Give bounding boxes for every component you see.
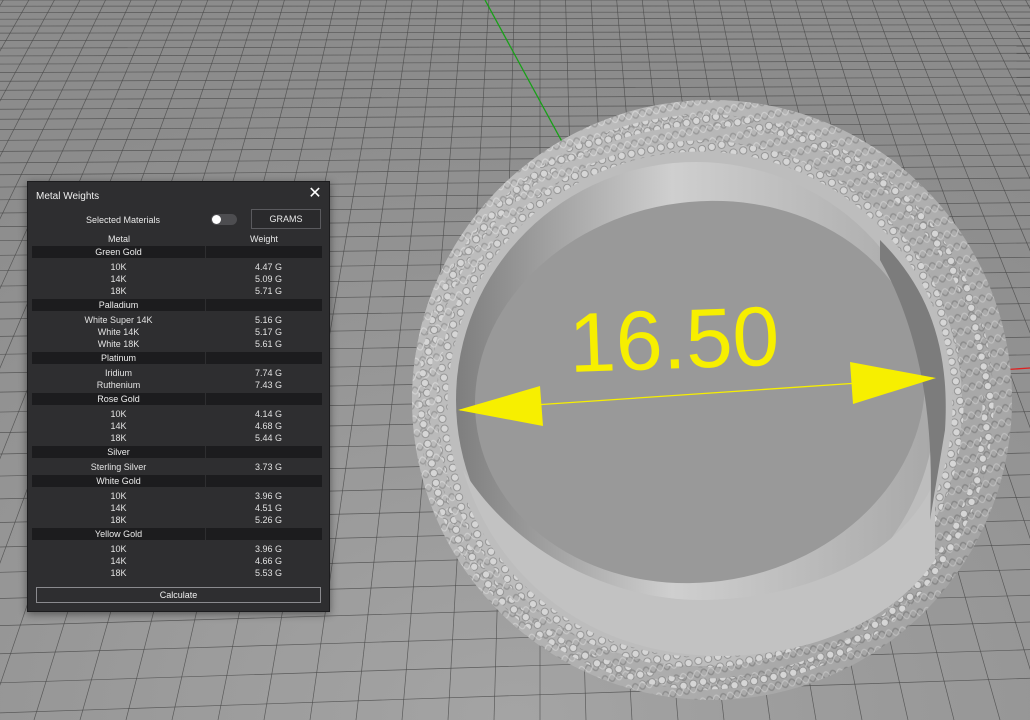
metal-name: Ruthenium	[96, 380, 141, 390]
table-row: 14K 4.51 G	[32, 502, 322, 514]
metal-name: 10K	[110, 544, 127, 554]
metal-weight: 4.68 G	[255, 421, 283, 431]
metal-name: Iridium	[104, 368, 132, 378]
metal-name: Sterling Silver	[90, 462, 147, 472]
metal-weight: 5.71 G	[255, 286, 283, 296]
group-items: Sterling Silver 3.73 G	[32, 459, 322, 475]
group-items: 10K 4.14 G 14K 4.68 G 18K 5.44 G	[32, 406, 322, 446]
metal-name: 18K	[110, 515, 127, 525]
table-row: 18K 5.53 G	[32, 567, 322, 579]
units-button[interactable]: GRAMS	[251, 209, 321, 229]
table-row: 14K 4.66 G	[32, 555, 322, 567]
panel-title: Metal Weights	[36, 191, 100, 202]
group-header-spacer	[206, 393, 322, 405]
table-row: 10K 4.47 G	[32, 261, 322, 273]
metal-weight: 4.14 G	[255, 409, 283, 419]
group-name: Rose Gold	[32, 393, 205, 405]
table-row: 18K 5.44 G	[32, 432, 322, 444]
metal-weight: 5.44 G	[255, 433, 283, 443]
group-header: White Gold	[32, 475, 322, 487]
group-name: Green Gold	[32, 246, 205, 258]
metal-weight: 3.73 G	[255, 462, 283, 472]
column-header-metal: Metal	[108, 234, 131, 244]
metal-weight: 4.47 G	[255, 262, 283, 272]
metal-name: White Super 14K	[84, 315, 153, 325]
metal-name: 18K	[110, 286, 127, 296]
table-row: Iridium 7.74 G	[32, 367, 322, 379]
group-items: 10K 3.96 G 14K 4.51 G 18K 5.26 G	[32, 488, 322, 528]
metal-weight: 5.61 G	[255, 339, 283, 349]
metal-weight: 5.17 G	[255, 327, 283, 337]
metal-weight: 4.66 G	[255, 556, 283, 566]
metal-weight: 4.51 G	[255, 503, 283, 513]
group-header-spacer	[206, 352, 322, 364]
table-row: 18K 5.26 G	[32, 514, 322, 526]
metal-name: 14K	[110, 503, 127, 513]
metal-name: 10K	[110, 491, 127, 501]
group-name: Yellow Gold	[32, 528, 205, 540]
table-row: White 18K 5.61 G	[32, 338, 322, 350]
calculate-button[interactable]: Calculate	[36, 587, 321, 603]
metal-name: 18K	[110, 568, 127, 578]
metal-name: White 14K	[97, 327, 140, 337]
table-row: 10K 3.96 G	[32, 490, 322, 502]
group-header-spacer	[206, 475, 322, 487]
group-name: Silver	[32, 446, 205, 458]
group-header: Rose Gold	[32, 393, 322, 405]
table-row: 14K 4.68 G	[32, 420, 322, 432]
metal-name: 10K	[110, 409, 127, 419]
metal-name: 18K	[110, 433, 127, 443]
dimension-label: 16.50	[567, 289, 780, 390]
metal-name: 14K	[110, 274, 127, 284]
group-header: Platinum	[32, 352, 322, 364]
metal-weights-panel: Metal Weights ✕ Selected Materials GRAMS…	[27, 181, 330, 612]
table-row: Ruthenium 7.43 G	[32, 379, 322, 391]
metal-weight: 5.16 G	[255, 315, 283, 325]
group-items: White Super 14K 5.16 G White 14K 5.17 G Whit…	[32, 312, 322, 352]
close-icon[interactable]: ✕	[307, 186, 323, 202]
selected-materials-toggle[interactable]	[211, 214, 237, 225]
selected-materials-label: Selected Materials	[86, 215, 161, 225]
metal-name: White 18K	[97, 339, 140, 349]
table-row: 10K 3.96 G	[32, 543, 322, 555]
table-row: White 14K 5.17 G	[32, 326, 322, 338]
metal-weight: 3.96 G	[255, 544, 283, 554]
table-row: 14K 5.09 G	[32, 273, 322, 285]
group-header-spacer	[206, 528, 322, 540]
group-header-spacer	[206, 299, 322, 311]
weights-table: Green Gold 10K 4.47 G 14K 5.09 G 18K 5.71 G Pal…	[32, 246, 322, 581]
group-header-spacer	[206, 446, 322, 458]
table-row: 18K 5.71 G	[32, 285, 322, 297]
metal-weight: 3.96 G	[255, 491, 283, 501]
toggle-knob	[212, 215, 221, 224]
group-items: Iridium 7.74 G Ruthenium 7.43 G	[32, 365, 322, 393]
group-header: Silver	[32, 446, 322, 458]
table-row: Sterling Silver 3.73 G	[32, 461, 322, 473]
column-header-weight: Weight	[250, 234, 278, 244]
metal-weight: 5.53 G	[255, 568, 283, 578]
metal-weight: 5.26 G	[255, 515, 283, 525]
group-items: 10K 4.47 G 14K 5.09 G 18K 5.71 G	[32, 259, 322, 299]
group-header: Palladium	[32, 299, 322, 311]
group-name: White Gold	[32, 475, 205, 487]
group-items: 10K 3.96 G 14K 4.66 G 18K 5.53 G	[32, 541, 322, 581]
group-name: Palladium	[32, 299, 205, 311]
group-header-spacer	[206, 246, 322, 258]
metal-weight: 7.43 G	[255, 380, 283, 390]
table-row: White Super 14K 5.16 G	[32, 314, 322, 326]
metal-weight: 7.74 G	[255, 368, 283, 378]
metal-name: 14K	[110, 556, 127, 566]
metal-name: 10K	[110, 262, 127, 272]
metal-name: 14K	[110, 421, 127, 431]
group-header: Green Gold	[32, 246, 322, 258]
metal-weight: 5.09 G	[255, 274, 283, 284]
table-row: 10K 4.14 G	[32, 408, 322, 420]
group-name: Platinum	[32, 352, 205, 364]
group-header: Yellow Gold	[32, 528, 322, 540]
